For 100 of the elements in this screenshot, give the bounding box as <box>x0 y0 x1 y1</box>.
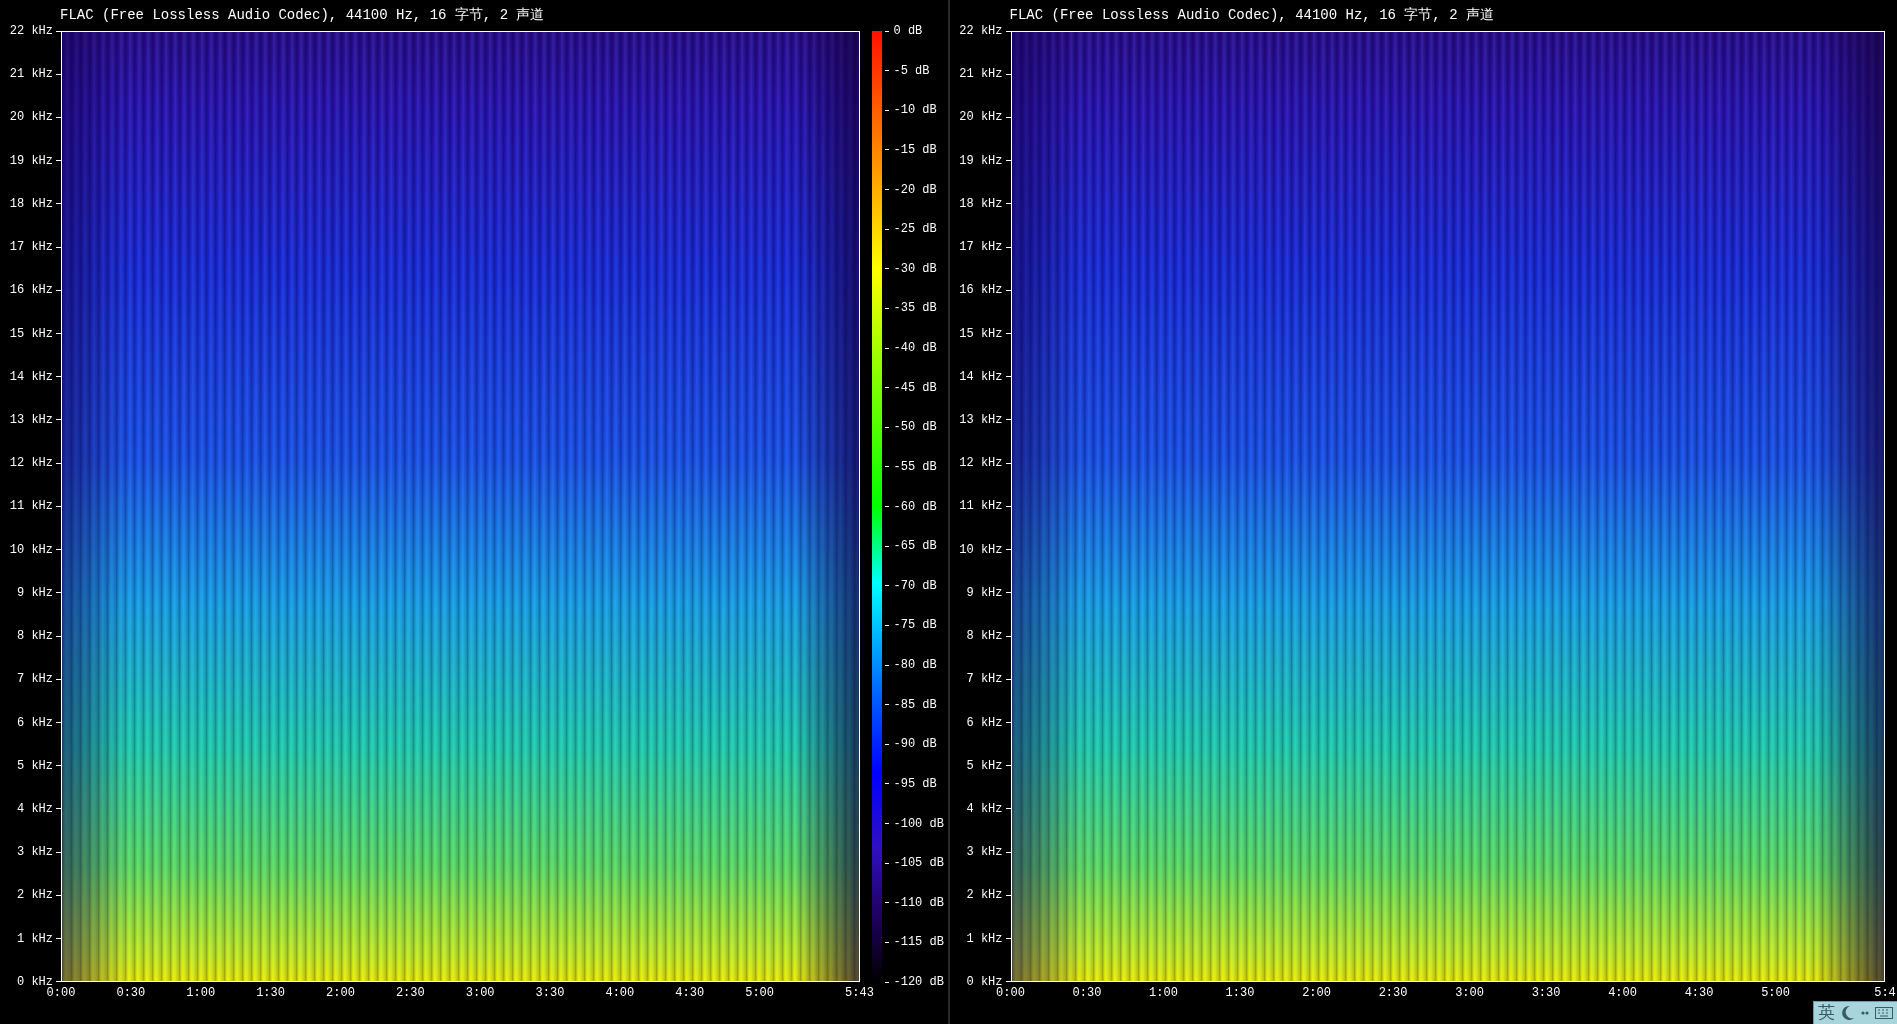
keyboard-icon[interactable] <box>1875 1007 1893 1019</box>
axis-tick-label: 11 kHz <box>959 499 1004 514</box>
colorbar-tick-label: -110 dB <box>893 895 944 910</box>
axis-tick-label: 19 kHz <box>9 153 54 168</box>
axis-tick-label: 4 kHz <box>966 801 1004 816</box>
axis-tick-label: 10 kHz <box>959 542 1004 557</box>
colorbar-tick-label: -15 dB <box>893 142 937 157</box>
colorbar-tick-label: -120 dB <box>893 975 944 989</box>
axis-tick-label: 1:30 <box>256 986 285 1000</box>
axis-tick-label: 14 kHz <box>959 369 1004 384</box>
axis-tick-label: 3:00 <box>1455 986 1484 1000</box>
axis-tick-label: 3 kHz <box>17 845 54 860</box>
axis-tick-label: 3:30 <box>1531 986 1561 1000</box>
colorbar-tick-label: -50 dB <box>893 420 937 435</box>
axis-tick-label: 16 kHz <box>959 283 1004 298</box>
axis-tick-label: 5:4 <box>1874 986 1896 1000</box>
colorbar-tick-label: -65 dB <box>893 539 937 554</box>
axis-tick-label: 0:00 <box>996 986 1025 1000</box>
axis-tick-label: 5:00 <box>745 986 774 1000</box>
axis-tick-label: 17 kHz <box>959 240 1004 255</box>
axis-tick-label: 21 kHz <box>9 67 54 82</box>
axis-tick-label: 4:30 <box>1684 986 1714 1000</box>
colorbar-tick-label: -75 dB <box>893 618 937 633</box>
axis-tick-label: 8 kHz <box>17 629 54 644</box>
colorbar-tick-label: -100 dB <box>893 816 944 831</box>
colorbar-tick-label: -105 dB <box>893 856 944 871</box>
axis-tick-label: 4:00 <box>605 986 635 1000</box>
colorbar-tick-label: -90 dB <box>893 737 937 752</box>
axis-tick-label: 0:30 <box>116 986 146 1000</box>
axis-tick-label: 3 kHz <box>966 845 1004 860</box>
axis-tick-label: 20 kHz <box>9 110 54 125</box>
axis-tick-label: 0:30 <box>1072 986 1102 1000</box>
colorbar-tick-label: -55 dB <box>893 459 937 474</box>
punctuation-icon[interactable] <box>1861 1010 1869 1016</box>
axis-tick-label: 5 kHz <box>17 758 54 773</box>
axis-tick-label: 0:00 <box>46 986 76 1000</box>
axis-tick-label: 12 kHz <box>9 456 54 471</box>
colorbar-tick-label: 0 dB <box>893 24 923 38</box>
moon-icon[interactable] <box>1841 1005 1855 1021</box>
axis-tick-label: 15 kHz <box>959 326 1004 341</box>
colorbar-tick-label: -20 dB <box>893 182 937 197</box>
axis-tick-label: 11 kHz <box>9 499 54 514</box>
axis-tick-label: 6 kHz <box>17 715 54 730</box>
colorbar-tick-label: -30 dB <box>893 261 937 276</box>
colorbar-tick-label: -40 dB <box>893 341 937 355</box>
colorbar-tick-label: -80 dB <box>893 658 937 672</box>
axis-tick-label: 2:30 <box>395 986 425 1000</box>
axis-tick-label: 1 kHz <box>17 931 54 946</box>
axis-tick-label: 5:43 <box>845 986 874 1000</box>
axis-tick-label: 21 kHz <box>959 67 1004 82</box>
axis-tick-label: 6 kHz <box>966 715 1004 730</box>
colorbar-tick-label: -95 dB <box>893 776 937 791</box>
axis-tick-label: 5 kHz <box>966 758 1004 773</box>
colorbar-tick-label: -60 dB <box>893 499 937 514</box>
axis-tick-label: 3:00 <box>465 986 495 1000</box>
axis-tick-label: 18 kHz <box>9 196 54 211</box>
colorbar-tick-label: -85 dB <box>893 697 937 712</box>
axis-tick-label: 7 kHz <box>966 672 1004 687</box>
axis-tick-label: 2 kHz <box>966 888 1004 903</box>
axis-tick-label: 4:30 <box>675 986 705 1000</box>
colorbar-tick-label: -5 dB <box>893 63 930 78</box>
axis-tick-label: 12 kHz <box>959 456 1004 471</box>
axis-tick-label: 2:30 <box>1378 986 1408 1000</box>
colorbar-tick-label: -10 dB <box>893 103 937 118</box>
axis-tick-label: 9 kHz <box>17 585 54 600</box>
axis-tick-label: 13 kHz <box>9 412 54 427</box>
axis-tick-label: 9 kHz <box>966 585 1004 600</box>
axis-tick-label: 22 kHz <box>9 24 54 38</box>
axis-tick-label: 14 kHz <box>9 369 54 384</box>
axis-tick-label: 15 kHz <box>9 326 54 341</box>
colorbar-tick-label: -115 dB <box>893 935 944 950</box>
axis-tick-label: 4 kHz <box>17 801 54 816</box>
colorbar-tick-label: -35 dB <box>893 301 937 316</box>
colorbar-tick-label: -70 dB <box>893 578 937 593</box>
axis-tick-label: 17 kHz <box>9 240 54 255</box>
axis-tick-label: 8 kHz <box>966 629 1004 644</box>
panel-title: FLAC (Free Lossless Audio Codec), 44100 Hz, 16 字节, 2 声道 <box>60 6 545 25</box>
axis-tick-label: 1 kHz <box>966 931 1004 946</box>
axis-tick-label: 18 kHz <box>959 196 1004 211</box>
axis-tick-label: 16 kHz <box>9 283 54 298</box>
axis-tick-label: 1:00 <box>1149 986 1178 1000</box>
axis-tick-label: 5:00 <box>1761 986 1790 1000</box>
axis-tick-label: 22 kHz <box>959 24 1004 38</box>
axis-tick-label: 2:00 <box>1302 986 1331 1000</box>
axis-tick-label: 2:00 <box>326 986 355 1000</box>
axis-tick-label: 7 kHz <box>17 672 54 687</box>
axis-tick-label: 4:00 <box>1608 986 1637 1000</box>
axis-tick-label: 19 kHz <box>959 153 1004 168</box>
axis-tick-label: 20 kHz <box>959 110 1004 125</box>
axis-tick-label: 13 kHz <box>959 412 1004 427</box>
ime-toolbar[interactable]: 英 <box>1813 1001 1897 1024</box>
panel-title: FLAC (Free Lossless Audio Codec), 44100 Hz, 16 字节, 2 声道 <box>1009 6 1494 25</box>
language-label[interactable]: 英 <box>1818 1000 1835 1024</box>
axis-tick-label: 1:00 <box>186 986 216 1000</box>
colorbar-tick-label: -45 dB <box>893 380 937 395</box>
axis-tick-label: 3:30 <box>535 986 565 1000</box>
colorbar-tick-label: -25 dB <box>893 222 937 237</box>
axis-tick-label: 10 kHz <box>9 542 54 557</box>
axis-tick-label: 2 kHz <box>17 888 54 903</box>
axis-tick-label: 1:30 <box>1225 986 1255 1000</box>
